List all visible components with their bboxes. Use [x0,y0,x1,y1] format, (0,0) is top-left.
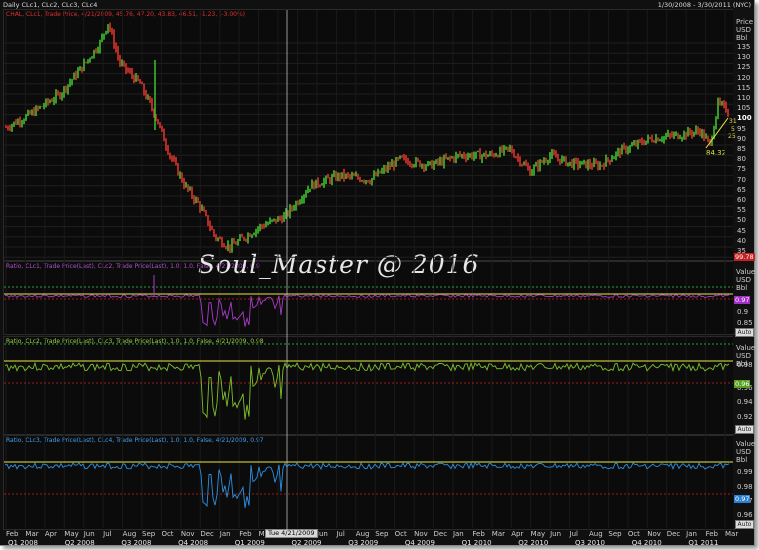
ratio2-series [4,361,730,420]
chart-plot-area [4,10,733,530]
ratio3-series [4,461,730,508]
